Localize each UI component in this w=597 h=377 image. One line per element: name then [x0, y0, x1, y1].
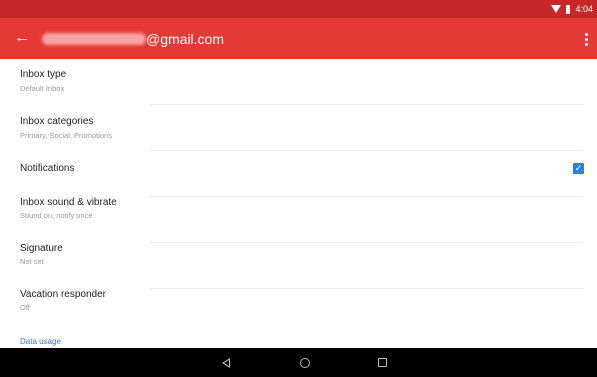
notifications-checkbox[interactable]: ✓ [573, 163, 584, 174]
nav-home-button[interactable] [285, 348, 325, 377]
overflow-menu-button[interactable] [581, 29, 591, 49]
setting-title: Inbox type [20, 69, 67, 80]
battery-icon [566, 4, 571, 14]
overflow-menu-icon [584, 32, 588, 36]
setting-signature[interactable]: Signature Not set [0, 243, 597, 289]
back-triangle-icon [222, 357, 230, 368]
recents-square-icon [377, 358, 387, 367]
setting-notifications[interactable]: Notifications ✓ [0, 151, 597, 197]
setting-summary: Default Inbox [20, 84, 65, 93]
data-usage-link[interactable]: Data usage [20, 337, 61, 346]
setting-summary: Not set [20, 257, 44, 266]
nav-recents-button[interactable] [362, 348, 402, 377]
settings-list: Inbox type Default Inbox Inbox categorie… [0, 59, 597, 348]
setting-inbox-type[interactable]: Inbox type Default Inbox [0, 59, 597, 105]
setting-title: Signature [20, 243, 63, 254]
account-domain: @gmail.com [146, 31, 225, 47]
wifi-icon [551, 5, 562, 13]
redacted-username [42, 33, 146, 45]
app-bar: ← @gmail.com [0, 18, 597, 59]
setting-inbox-sound-vibrate[interactable]: Inbox sound & vibrate Sound on, notify o… [0, 197, 597, 243]
setting-title: Inbox categories [20, 116, 94, 127]
setting-title: Inbox sound & vibrate [20, 197, 117, 208]
navigation-bar [0, 348, 597, 377]
check-icon: ✓ [574, 163, 583, 173]
setting-vacation-responder[interactable]: Vacation responder Off [0, 289, 597, 335]
setting-title: Vacation responder [20, 289, 106, 300]
status-icons: 4:04 [551, 3, 593, 15]
setting-title: Notifications [20, 163, 75, 174]
setting-summary: Off [20, 303, 30, 312]
home-circle-icon [300, 357, 310, 368]
setting-inbox-categories[interactable]: Inbox categories Primary, Social, Promot… [0, 105, 597, 151]
account-title: @gmail.com [42, 29, 224, 49]
status-bar: 4:04 [0, 0, 597, 18]
setting-summary: Sound on, notify once [20, 211, 93, 220]
back-button[interactable]: ← [12, 28, 32, 48]
arrow-back-icon: ← [14, 29, 30, 46]
setting-summary: Primary, Social, Promotions [20, 131, 112, 140]
clock: 4:04 [575, 4, 593, 14]
nav-back-button[interactable] [206, 348, 246, 377]
